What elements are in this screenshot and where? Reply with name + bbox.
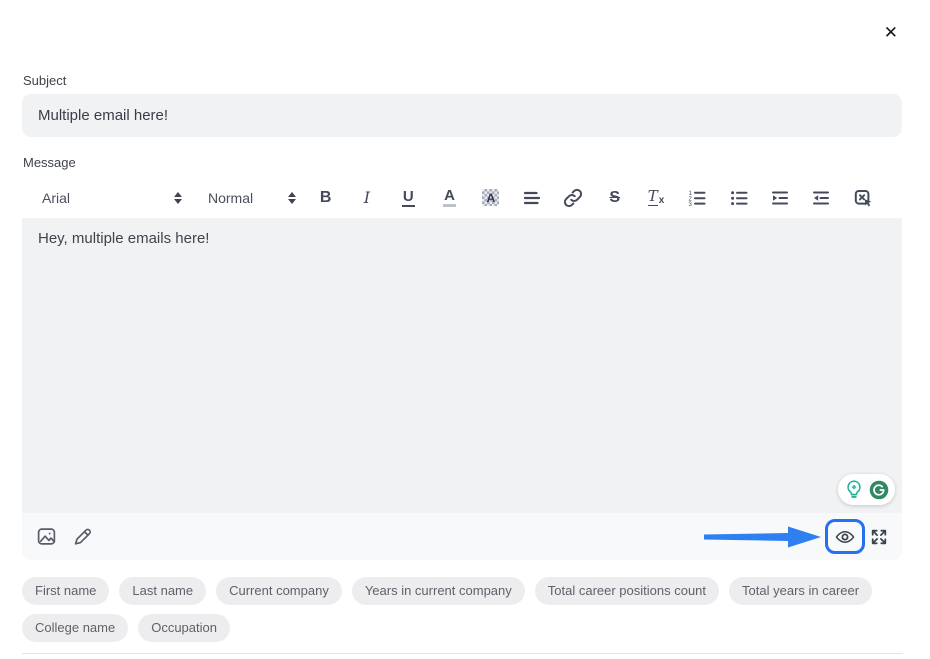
token-chip-occupation[interactable]: Occupation [138,614,230,642]
background-color-button[interactable]: A [470,183,511,213]
subject-input[interactable] [22,94,902,137]
bold-icon: B [320,189,332,207]
outdent-button[interactable] [801,183,842,213]
bullet-list-button[interactable] [718,183,759,213]
token-chip-total-career-positions-count[interactable]: Total career positions count [535,577,719,605]
chevron-updown-icon [174,192,182,204]
token-chips: First name Last name Current company Yea… [22,577,904,642]
assistant-pill [838,474,895,505]
outdent-icon [811,188,831,208]
eye-icon [835,527,855,547]
editor-toolbar: Arial Normal B I U A A [22,177,902,218]
message-label: Message [23,155,76,170]
text-color-icon: A [443,188,456,207]
grammarly-icon[interactable] [868,479,890,501]
token-chip-last-name[interactable]: Last name [119,577,206,605]
svg-text:3: 3 [689,201,693,207]
lightbulb-icon[interactable] [843,479,865,501]
indent-icon [770,188,790,208]
preview-button[interactable] [825,519,865,554]
token-chip-college-name[interactable]: College name [22,614,128,642]
font-family-picker[interactable]: Arial [42,190,182,206]
close-icon[interactable]: ✕ [884,24,898,41]
align-icon [522,188,542,208]
ordered-list-button[interactable]: 1 2 3 [677,183,718,213]
strikethrough-icon: S [609,189,620,207]
footer-left-actions [36,526,93,547]
text-color-button[interactable]: A [429,183,470,213]
clear-formatting-icon: Tx [648,189,665,206]
message-editor-body[interactable]: Hey, multiple emails here! [22,218,902,513]
bullet-list-icon [729,188,749,208]
paragraph-style-picker[interactable]: Normal [208,190,296,206]
token-chip-current-company[interactable]: Current company [216,577,342,605]
select-remove-icon [853,188,873,208]
message-content: Hey, multiple emails here! [38,230,209,247]
rich-text-editor: Arial Normal B I U A A [22,177,902,560]
editor-footer [22,513,902,560]
select-remove-button[interactable] [842,183,883,213]
align-button[interactable] [511,183,552,213]
token-chip-first-name[interactable]: First name [22,577,109,605]
annotation-arrow [704,525,822,549]
expand-icon[interactable] [870,528,888,546]
indent-button[interactable] [759,183,800,213]
clear-formatting-button[interactable]: Tx [635,183,676,213]
footer-right-actions [704,519,888,554]
chevron-updown-icon [288,192,296,204]
link-button[interactable] [553,183,594,213]
link-icon [563,188,583,208]
italic-button[interactable]: I [346,183,387,213]
italic-icon: I [364,188,370,207]
strikethrough-button[interactable]: S [594,183,635,213]
paragraph-style-value: Normal [208,190,253,206]
subject-label: Subject [23,73,66,88]
toolbar-icons: B I U A A [305,183,883,213]
font-family-value: Arial [42,190,70,206]
underline-button[interactable]: U [388,183,429,213]
pencil-icon[interactable] [72,526,93,547]
ordered-list-icon: 1 2 3 [687,188,707,208]
bold-button[interactable]: B [305,183,346,213]
image-icon[interactable] [36,526,57,547]
token-chip-years-in-current-company[interactable]: Years in current company [352,577,525,605]
background-color-icon: A [482,189,499,206]
token-chip-total-years-in-career[interactable]: Total years in career [729,577,872,605]
underline-icon: U [402,189,415,207]
bottom-divider [22,653,903,654]
